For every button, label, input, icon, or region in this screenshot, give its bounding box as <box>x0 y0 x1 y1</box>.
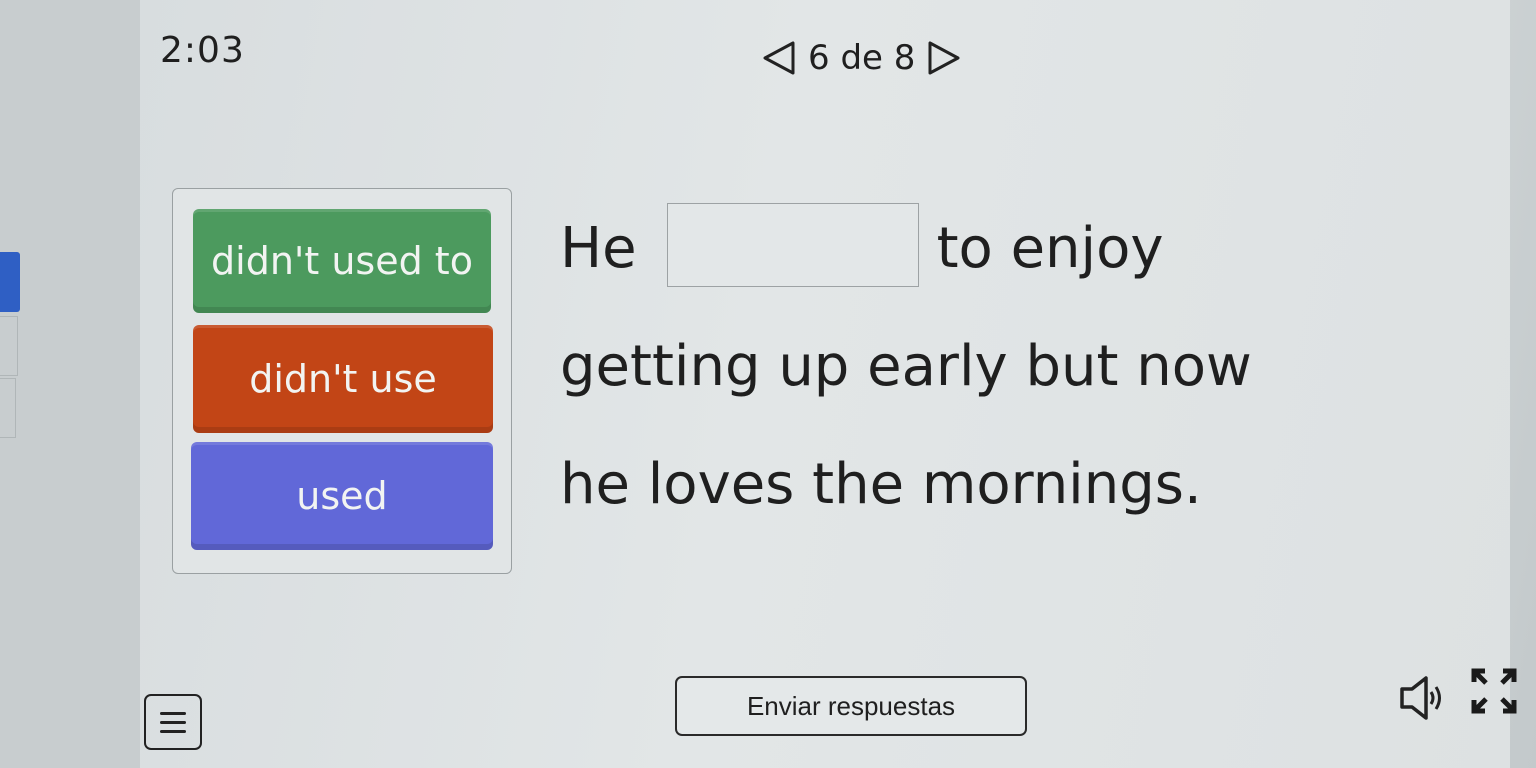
page-indicator: 6 de 8 <box>808 38 916 78</box>
choice-didnt-use[interactable]: didn't use <box>193 325 493 433</box>
hamburger-menu-icon <box>160 711 186 715</box>
menu-button[interactable] <box>144 694 202 750</box>
speaker-icon <box>1400 676 1441 720</box>
answer-choices-panel: didn't used to didn't use used <box>172 188 512 574</box>
triangle-left-icon <box>763 41 795 75</box>
background-tab <box>0 316 18 376</box>
choice-used[interactable]: used <box>191 442 493 550</box>
sentence-line-2: getting up early but now <box>560 334 1252 399</box>
previous-button[interactable] <box>762 40 796 76</box>
fullscreen-icon <box>1471 668 1517 714</box>
next-button[interactable] <box>927 40 961 76</box>
fullscreen-button[interactable] <box>1470 666 1518 716</box>
sentence-line-3: he loves the mornings. <box>560 452 1202 517</box>
background-tab <box>0 378 16 438</box>
triangle-right-icon <box>928 41 960 75</box>
background-tab-active <box>0 252 20 312</box>
sentence-text-after-blank: to enjoy <box>936 216 1164 281</box>
hamburger-menu-icon <box>160 720 186 724</box>
timer: 2:03 <box>160 30 245 71</box>
sentence-line-1: He to enjoy <box>560 190 1460 308</box>
audio-button[interactable] <box>1396 674 1446 722</box>
answer-drop-zone[interactable] <box>666 203 919 287</box>
submit-answers-button[interactable]: Enviar respuestas <box>675 676 1027 736</box>
background-window-edge <box>0 0 140 768</box>
sentence-text-before-blank: He <box>560 216 637 281</box>
sentence: He to enjoy getting up early but now he l… <box>560 190 1460 544</box>
choice-didnt-used-to[interactable]: didn't used to <box>193 209 491 313</box>
pagination: 6 de 8 <box>762 38 961 78</box>
hamburger-menu-icon <box>160 729 186 733</box>
